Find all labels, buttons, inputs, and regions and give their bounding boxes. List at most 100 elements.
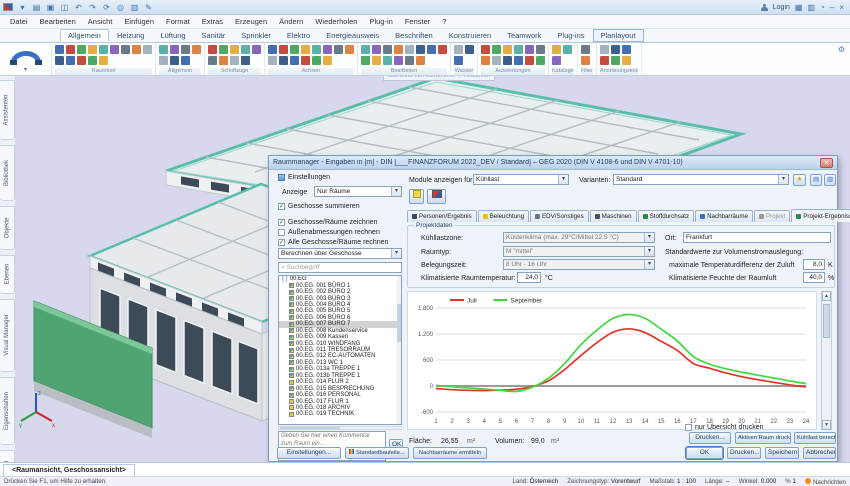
report-button[interactable]: [409, 189, 424, 204]
checkbox[interactable]: ✓: [278, 239, 285, 246]
ribbon-icon[interactable]: [525, 56, 534, 65]
settings-button[interactable]: Einstellungen...: [277, 447, 341, 459]
ribbon-tab-beschriften[interactable]: Beschriften: [387, 29, 441, 42]
checkbox[interactable]: ✓: [278, 203, 285, 210]
dialog-tab-projekt-ergebnisse[interactable]: Projekt-Ergebnisse: [791, 209, 850, 222]
ribbon-icon[interactable]: [170, 45, 179, 54]
room-tree[interactable]: { }00.EG00.EG. 001 BÜRO 100.EG. 002 BÜRO…: [278, 275, 402, 425]
ribbon-icon[interactable]: [394, 56, 403, 65]
minimize-icon[interactable]: –: [830, 3, 834, 12]
dialog-tab-stoffdurchsatz[interactable]: Stoffdurchsatz: [638, 210, 694, 222]
login-button[interactable]: Login: [773, 4, 790, 11]
menu-plug-in[interactable]: Plug-in: [363, 17, 398, 26]
ribbon-icon[interactable]: [159, 56, 168, 65]
ribbon-icon[interactable]: [622, 45, 631, 54]
ribbon-icon[interactable]: [611, 56, 620, 65]
ribbon-icon[interactable]: [552, 45, 561, 54]
ribbon-icon[interactable]: [279, 45, 288, 54]
close-icon[interactable]: ✕: [820, 158, 833, 168]
ribbon-icon[interactable]: [290, 56, 299, 65]
ribbon-icon[interactable]: [525, 45, 534, 54]
ribbon-icon[interactable]: [99, 56, 108, 65]
ribbon-icon[interactable]: [600, 56, 609, 65]
checkbox[interactable]: [278, 229, 285, 236]
ribbon-icon[interactable]: [230, 56, 239, 65]
ribbon-icon[interactable]: [268, 45, 277, 54]
app-menu-icon[interactable]: ▾: [17, 2, 28, 13]
ribbon-icon[interactable]: [454, 56, 463, 65]
menu-fenster[interactable]: Fenster: [399, 17, 436, 26]
ribbon-icon[interactable]: [77, 45, 86, 54]
neighbors-button[interactable]: Nachbarräume ermitteln: [413, 447, 487, 459]
ribbon-icon[interactable]: [323, 45, 332, 54]
search-input[interactable]: ⌕ Suchbegriff: [278, 262, 402, 273]
ribbon-icon[interactable]: [181, 56, 190, 65]
ribbon-tab-teamwork[interactable]: Teamwork: [499, 29, 549, 42]
checkbox-row[interactable]: ✓Geschosse summieren: [278, 202, 360, 211]
ribbon-icon[interactable]: [481, 56, 490, 65]
open-file-icon[interactable]: ▤: [31, 2, 42, 13]
ribbon-icon[interactable]: [372, 56, 381, 65]
viewport-3d[interactable]: z x y Isometrie von vorne/links | Ansich…: [16, 76, 850, 462]
tree-hscrollbar[interactable]: [278, 426, 402, 430]
dialog-tab-projekt[interactable]: Projekt: [754, 210, 790, 222]
ribbon-icon[interactable]: [323, 56, 332, 65]
ribbon-icon[interactable]: [290, 45, 299, 54]
edit-values-button[interactable]: [427, 189, 446, 204]
ribbon-icon[interactable]: [600, 45, 609, 54]
ribbon-icon[interactable]: [416, 45, 425, 54]
menu-datei[interactable]: Datei: [4, 17, 34, 26]
dialog-titlebar[interactable]: Raummanager - Eingaben in [m] - DIN [___…: [269, 156, 837, 170]
sidebar-tab-objekte[interactable]: Objekte: [0, 206, 15, 249]
checkbox-row[interactable]: Außenabmessungen rechnen: [278, 228, 380, 237]
sidebar-tab-eigenschaften[interactable]: Eigenschaften: [0, 377, 15, 446]
view-orientation-overlay[interactable]: Isometrie von vorne/links | Ansichten: [383, 76, 495, 81]
views-button[interactable]: Ansichten: [464, 76, 490, 79]
checkbox-row[interactable]: ✓Alle Geschosse/Räume rechnen: [278, 238, 388, 247]
ribbon-icon[interactable]: [301, 56, 310, 65]
dialog-tab-nachbarräume[interactable]: Nachbarräume: [695, 210, 753, 222]
ribbon-icon[interactable]: [361, 45, 370, 54]
ribbon-icon[interactable]: [481, 45, 490, 54]
ribbon-icon[interactable]: [563, 45, 572, 54]
ribbon-icon[interactable]: [219, 45, 228, 54]
save-icon[interactable]: ▣: [45, 2, 56, 13]
tree-room-item[interactable]: 00.EG. 019 TECHNIK: [279, 411, 401, 417]
ribbon-icon[interactable]: [88, 56, 97, 65]
module-select[interactable]: Kühllast: [473, 174, 569, 185]
print-room-button[interactable]: Aktiven Raum drucken: [735, 432, 791, 444]
print2-button[interactable]: Drucken...: [727, 447, 761, 459]
save-button[interactable]: Speichern: [765, 447, 799, 459]
tempdiff-input[interactable]: 8,0: [803, 259, 825, 270]
gear-icon[interactable]: ⚙: [833, 43, 850, 56]
print-button[interactable]: Drucken...: [689, 432, 731, 444]
calc-mode-select[interactable]: Berechnen über Geschosse: [278, 248, 402, 259]
ribbon-icon[interactable]: [252, 45, 261, 54]
ribbon-icon[interactable]: [208, 45, 217, 54]
belegungszeit-select[interactable]: 8 Uhr - 16 Uhr: [503, 259, 655, 270]
menu-wiederholen[interactable]: Wiederholen: [309, 17, 363, 26]
ribbon-icon[interactable]: [66, 45, 75, 54]
menu-erzeugen[interactable]: Erzeugen: [229, 17, 273, 26]
ribbon-icon[interactable]: [503, 56, 512, 65]
ribbon-icon[interactable]: [552, 56, 561, 65]
ribbon-icon[interactable]: [132, 45, 141, 54]
anzeige-select[interactable]: Nur Räume: [314, 186, 402, 197]
ribbon-icon[interactable]: [454, 45, 463, 54]
results-scrollbar[interactable]: ▲ ▼: [821, 291, 832, 430]
raumtool-big-button[interactable]: ▾: [0, 43, 52, 75]
ribbon-tab-energieausweis[interactable]: Energieausweis: [318, 29, 387, 42]
ribbon-icon[interactable]: [394, 45, 403, 54]
new-variant-icon[interactable]: ▤: [810, 174, 822, 186]
ribbon-icon[interactable]: [143, 45, 152, 54]
ribbon-icon[interactable]: [241, 45, 250, 54]
ribbon-tab-sanitär[interactable]: Sanitär: [194, 29, 234, 42]
print-overview-row[interactable]: nur Übersicht drucken: [685, 423, 763, 432]
ribbon-icon[interactable]: [514, 45, 523, 54]
notifications-item[interactable]: Nachrichten: [805, 478, 846, 486]
components-button[interactable]: Standardbauteile...: [345, 447, 409, 459]
ribbon-icon[interactable]: [465, 45, 474, 54]
redo-icon[interactable]: ↷: [87, 2, 98, 13]
cancel-button[interactable]: Abbrechen: [803, 447, 836, 459]
print-icon[interactable]: ▥: [129, 2, 140, 13]
